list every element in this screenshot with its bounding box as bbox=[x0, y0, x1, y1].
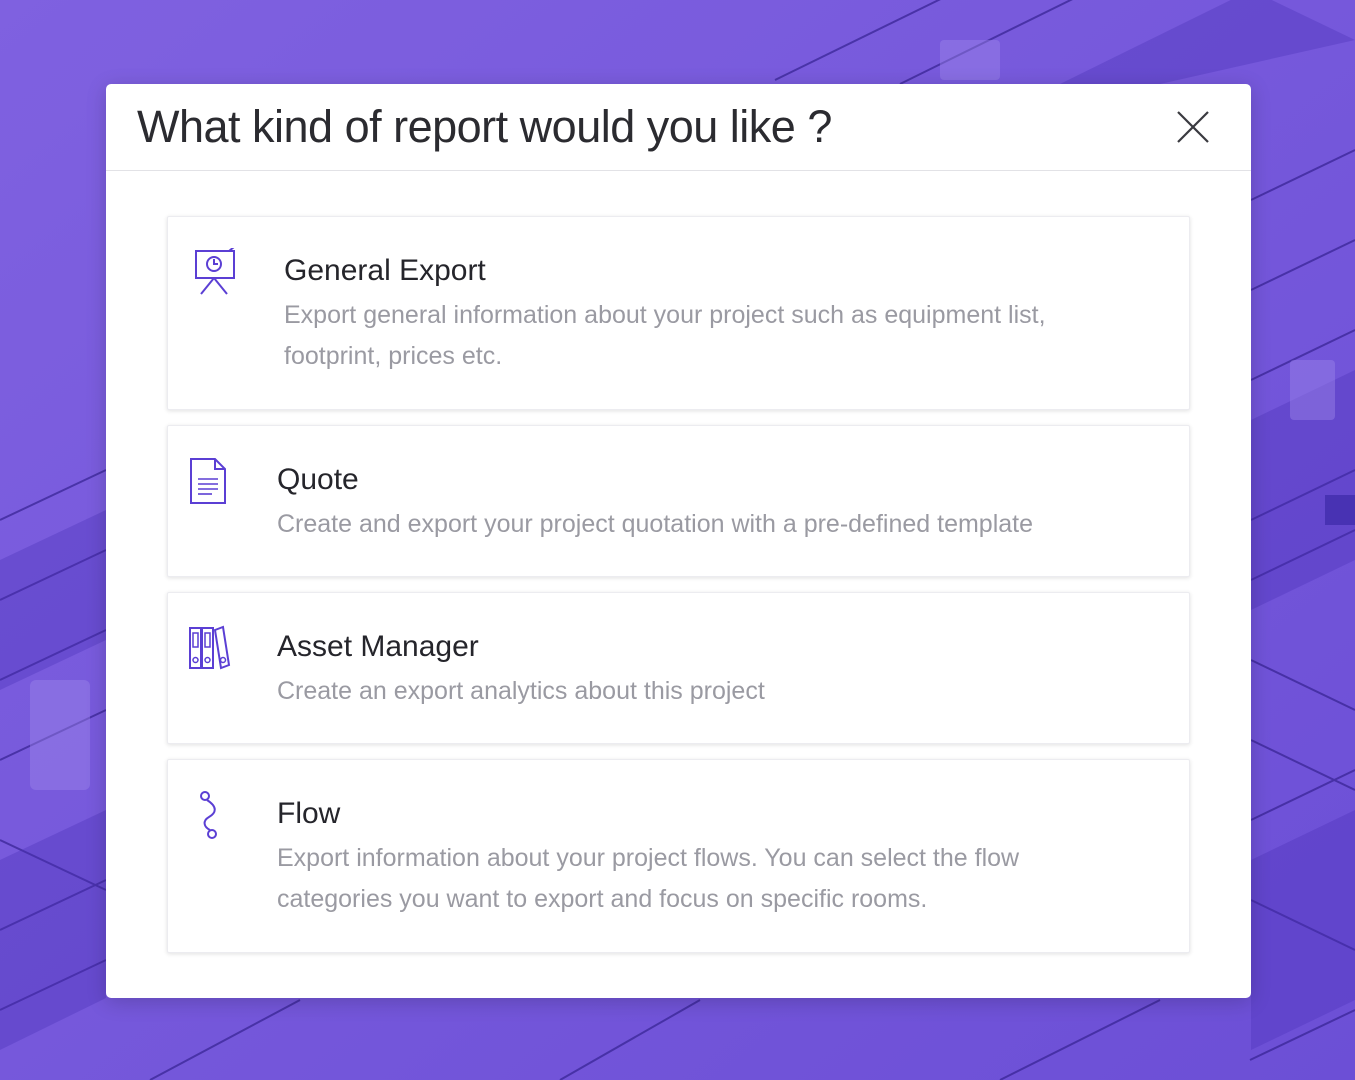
option-description: Export information about your project fl… bbox=[277, 844, 1020, 913]
option-description: Export general information about your pr… bbox=[284, 301, 1046, 370]
option-title: Quote bbox=[277, 463, 359, 496]
option-description: Create an export analytics about this pr… bbox=[277, 677, 765, 705]
option-general-export[interactable]: General Export Export general informatio… bbox=[167, 216, 1190, 410]
close-icon bbox=[1177, 111, 1209, 143]
report-type-dialog: What kind of report would you like ? Gen… bbox=[106, 84, 1251, 998]
option-quote[interactable]: Quote Create and export your project quo… bbox=[167, 425, 1190, 577]
dialog-header: What kind of report would you like ? bbox=[106, 84, 1251, 171]
option-title: Flow bbox=[277, 797, 341, 830]
document-icon bbox=[190, 458, 226, 504]
flow-path-icon bbox=[200, 791, 217, 839]
dialog-title: What kind of report would you like ? bbox=[137, 101, 832, 152]
presentation-board-icon bbox=[195, 248, 235, 295]
close-button[interactable] bbox=[1172, 106, 1214, 148]
option-title: Asset Manager bbox=[277, 630, 479, 663]
option-asset-manager[interactable]: Asset Manager Create an export analytics… bbox=[167, 592, 1190, 744]
option-flow[interactable]: Flow Export information about your proje… bbox=[167, 759, 1190, 953]
option-description: Create and export your project quotation… bbox=[277, 510, 1034, 538]
binders-icon bbox=[189, 625, 231, 670]
option-title: General Export bbox=[284, 254, 486, 287]
